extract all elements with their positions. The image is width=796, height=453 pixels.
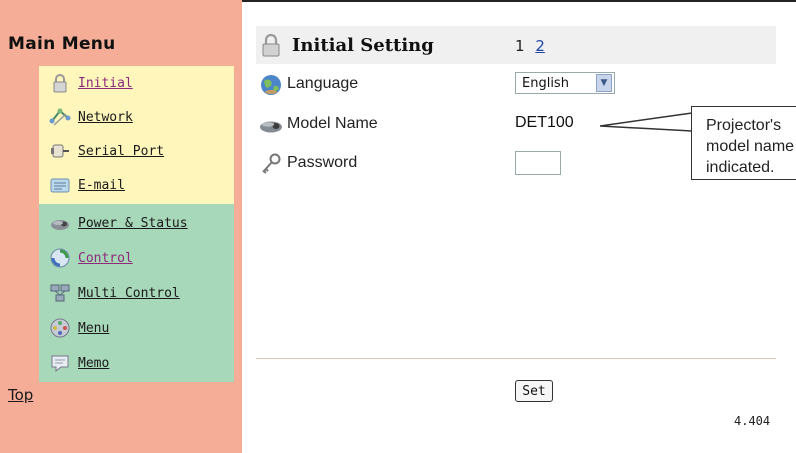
language-label: Language: [287, 75, 359, 92]
sidebar-item-label[interactable]: Menu: [78, 321, 109, 336]
sidebar-item-control[interactable]: Control: [49, 243, 133, 273]
top-link[interactable]: Top: [8, 386, 33, 404]
page-title: Initial Setting: [292, 35, 434, 56]
sidebar-item-label[interactable]: Power & Status: [78, 216, 188, 231]
chevron-down-icon: ▼: [596, 74, 612, 92]
sidebar-item-initial[interactable]: Initial: [49, 68, 133, 98]
set-button[interactable]: Set: [515, 380, 553, 402]
control-icon: [49, 247, 71, 269]
email-icon: [49, 174, 71, 196]
callout-box: Projector's model name is indicated.: [691, 106, 796, 180]
sidebar-item-label[interactable]: Network: [78, 110, 133, 125]
sidebar-item-multi-control[interactable]: Multi Control: [49, 278, 180, 308]
sidebar: Main Menu Initial Network Serial Port E-…: [0, 0, 242, 453]
sidebar-item-label[interactable]: Initial: [78, 76, 133, 91]
lock-icon: [49, 72, 71, 94]
model-name-value: DET100: [515, 114, 574, 131]
serial-port-icon: [49, 140, 71, 162]
menu-icon: [49, 317, 71, 339]
globe-icon: [258, 72, 284, 96]
memo-icon: [49, 352, 71, 374]
callout-pointer: [600, 112, 693, 132]
callout-line: Projector's: [706, 117, 782, 134]
sidebar-item-memo[interactable]: Memo: [49, 348, 109, 378]
password-label: Password: [287, 154, 358, 171]
nav-group-operation: Power & Status Control Multi Control Men…: [39, 204, 234, 382]
nav-group-setup: Initial Network Serial Port E-mail: [39, 66, 234, 204]
projector-icon: [49, 212, 71, 234]
language-select[interactable]: English ▼: [515, 72, 615, 94]
sidebar-title: Main Menu: [8, 34, 116, 54]
sidebar-item-serial-port[interactable]: Serial Port: [49, 136, 164, 166]
callout-line: model name is: [706, 138, 796, 155]
key-icon: [258, 151, 284, 175]
password-field[interactable]: [515, 151, 561, 175]
sidebar-item-label[interactable]: Multi Control: [78, 286, 180, 301]
divider: [256, 358, 776, 359]
top-border: [242, 0, 796, 2]
page-link-2[interactable]: 2: [535, 37, 545, 55]
sidebar-item-power-status[interactable]: Power & Status: [49, 208, 188, 238]
version-label: 4.404: [734, 414, 771, 428]
language-value: English: [522, 75, 569, 91]
sidebar-item-email[interactable]: E-mail: [49, 170, 125, 200]
sidebar-item-menu[interactable]: Menu: [49, 313, 109, 343]
page-current: 1: [515, 37, 525, 55]
network-icon: [49, 106, 71, 128]
sidebar-item-label[interactable]: E-mail: [78, 178, 125, 193]
sidebar-item-network[interactable]: Network: [49, 102, 133, 132]
projector-icon: [258, 112, 284, 136]
sidebar-item-label[interactable]: Serial Port: [78, 144, 164, 159]
lock-icon: [258, 32, 284, 57]
sidebar-item-label[interactable]: Memo: [78, 356, 109, 371]
callout-line: indicated.: [706, 159, 775, 176]
pagination: 1 2: [515, 37, 545, 55]
model-name-label: Model Name: [287, 115, 378, 132]
multi-control-icon: [49, 282, 71, 304]
sidebar-item-label[interactable]: Control: [78, 251, 133, 266]
